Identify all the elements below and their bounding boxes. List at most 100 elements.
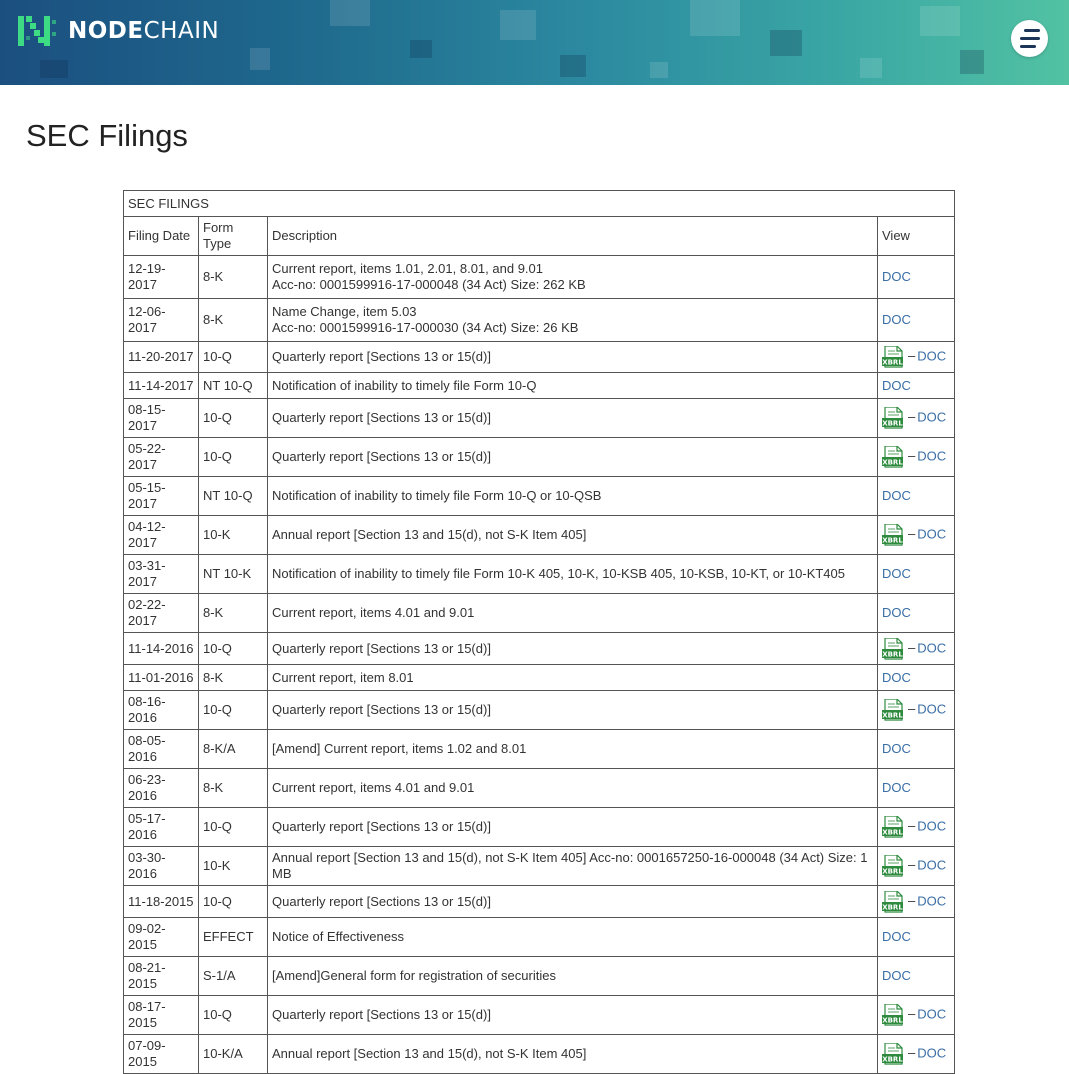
filing-date-cell: 08-05-2016: [123, 729, 199, 769]
doc-link[interactable]: DOC: [882, 968, 911, 983]
table-row: 11-20-2017 10-Q Quarterly report [Sections…: [123, 341, 956, 373]
doc-link[interactable]: DOC: [917, 893, 946, 908]
view-cell: DOC: [876, 554, 956, 594]
xbrl-file-icon[interactable]: XBRL: [882, 699, 906, 721]
description-cell: Notification of inability to timely file…: [267, 554, 878, 594]
xbrl-file-icon[interactable]: XBRL: [882, 446, 906, 468]
doc-link[interactable]: DOC: [882, 378, 911, 393]
xbrl-file-icon[interactable]: XBRL: [882, 855, 906, 877]
menu-button[interactable]: [1011, 20, 1048, 57]
table-row: 05-22-2017 10-Q Quarterly report [Sections…: [123, 437, 956, 477]
view-cell: DOC: [876, 729, 956, 769]
svg-text:XBRL: XBRL: [882, 358, 903, 366]
filing-date-cell: 11-01-2016: [123, 664, 199, 691]
doc-link[interactable]: DOC: [882, 566, 911, 581]
view-cell: XBRL – DOC: [876, 632, 956, 665]
description-cell: Notice of Effectiveness: [267, 917, 878, 957]
svg-text:XBRL: XBRL: [882, 1055, 903, 1063]
description-cell: Current report, items 4.01 and 9.01: [267, 768, 878, 808]
table-row: 11-18-2015 10-Q Quarterly report [Sections…: [123, 885, 956, 918]
form-type-cell: 10-Q: [198, 995, 268, 1035]
brand-name: NODECHAIN: [68, 18, 220, 44]
xbrl-file-icon[interactable]: XBRL: [882, 816, 906, 838]
table-row: 08-16-2016 10-Q Quarterly report [Sections…: [123, 690, 956, 730]
form-type-cell: 10-K: [198, 515, 268, 555]
svg-text:XBRL: XBRL: [882, 536, 903, 544]
form-type-cell: 10-Q: [198, 632, 268, 665]
description-text: Annual report [Section 13 and 15(d), not…: [272, 1046, 587, 1061]
table-row: 05-17-2016 10-Q Quarterly report [Sections…: [123, 807, 956, 847]
accession-text: Acc-no: 0001599916-17-000048 (34 Act) Si…: [272, 277, 586, 292]
filing-date-cell: 08-21-2015: [123, 956, 199, 996]
view-cell: DOC: [876, 255, 956, 299]
filing-date-cell: 03-31-2017: [123, 554, 199, 594]
doc-link[interactable]: DOC: [882, 269, 911, 284]
filing-date-cell: 09-02-2015: [123, 917, 199, 957]
doc-link[interactable]: DOC: [917, 1006, 946, 1021]
doc-link[interactable]: DOC: [917, 818, 946, 833]
doc-link[interactable]: DOC: [917, 701, 946, 716]
column-header-view: View: [876, 216, 956, 256]
brand-logo[interactable]: NODECHAIN: [18, 14, 219, 48]
svg-text:XBRL: XBRL: [882, 650, 903, 658]
form-type-cell: 8-K: [198, 255, 268, 299]
filing-date-cell: 11-18-2015: [123, 885, 199, 918]
form-type-cell: NT 10-Q: [198, 372, 268, 399]
svg-text:XBRL: XBRL: [882, 1016, 903, 1024]
view-cell: DOC: [876, 372, 956, 399]
separator-dash: –: [908, 1006, 916, 1022]
description-text: [Amend]General form for registration of …: [272, 968, 556, 983]
doc-link[interactable]: DOC: [882, 780, 911, 795]
description-cell: Annual report [Section 13 and 15(d), not…: [267, 515, 878, 555]
view-cell: DOC: [876, 768, 956, 808]
description-cell: Current report, item 8.01: [267, 664, 878, 691]
filing-date-cell: 08-17-2015: [123, 995, 199, 1035]
form-type-cell: 8-K: [198, 664, 268, 691]
xbrl-file-icon[interactable]: XBRL: [882, 637, 906, 660]
doc-link[interactable]: DOC: [917, 1045, 946, 1060]
table-row: 07-09-2015 10-K/A Annual report [Section 1…: [123, 1034, 956, 1074]
description-cell: Notification of inability to timely file…: [267, 372, 878, 399]
accession-text: Acc-no: 0001599916-17-000030 (34 Act) Si…: [272, 320, 579, 335]
filing-date-cell: 11-14-2017: [123, 372, 199, 399]
form-type-cell: 10-K/A: [198, 1034, 268, 1074]
table-row: 02-22-2017 8-K Current report, items 4.01 …: [123, 593, 956, 633]
view-cell: DOC: [876, 917, 956, 957]
doc-link[interactable]: DOC: [917, 857, 946, 872]
xbrl-file-icon[interactable]: XBRL: [882, 346, 906, 368]
form-type-cell: NT 10-Q: [198, 476, 268, 516]
description-text: Current report, items 1.01, 2.01, 8.01, …: [272, 261, 543, 276]
doc-link[interactable]: DOC: [882, 670, 911, 685]
doc-link[interactable]: DOC: [882, 741, 911, 756]
doc-link[interactable]: DOC: [882, 488, 911, 503]
doc-link[interactable]: DOC: [917, 526, 946, 541]
table-row: 03-31-2017 NT 10-K Notification of inabili…: [123, 554, 956, 594]
description-cell: Current report, items 4.01 and 9.01: [267, 593, 878, 633]
view-cell: DOC: [876, 298, 956, 342]
description-text: Annual report [Section 13 and 15(d), not…: [272, 850, 868, 881]
description-text: Quarterly report [Sections 13 or 15(d)]: [272, 819, 491, 834]
view-cell: XBRL – DOC: [876, 437, 956, 477]
doc-link[interactable]: DOC: [882, 312, 911, 327]
filing-date-cell: 08-16-2016: [123, 690, 199, 730]
form-type-cell: S-1/A: [198, 956, 268, 996]
separator-dash: –: [908, 409, 916, 425]
view-cell: DOC: [876, 664, 956, 691]
doc-link[interactable]: DOC: [882, 605, 911, 620]
doc-link[interactable]: DOC: [882, 929, 911, 944]
filing-date-cell: 02-22-2017: [123, 593, 199, 633]
table-row: 12-06-2017 8-K Name Change, item 5.03 Acc-n…: [123, 298, 956, 342]
xbrl-file-icon[interactable]: XBRL: [882, 524, 906, 546]
doc-link[interactable]: DOC: [917, 448, 946, 463]
doc-link[interactable]: DOC: [917, 409, 946, 424]
xbrl-file-icon[interactable]: XBRL: [882, 1004, 906, 1026]
description-text: Quarterly report [Sections 13 or 15(d)]: [272, 349, 491, 364]
doc-link[interactable]: DOC: [917, 640, 946, 655]
filing-date-cell: 04-12-2017: [123, 515, 199, 555]
doc-link[interactable]: DOC: [917, 348, 946, 363]
xbrl-file-icon[interactable]: XBRL: [882, 1043, 906, 1065]
description-cell: Quarterly report [Sections 13 or 15(d)]: [267, 632, 878, 665]
xbrl-file-icon[interactable]: XBRL: [882, 407, 906, 429]
description-text: Current report, item 8.01: [272, 669, 414, 685]
xbrl-file-icon[interactable]: XBRL: [882, 890, 906, 913]
